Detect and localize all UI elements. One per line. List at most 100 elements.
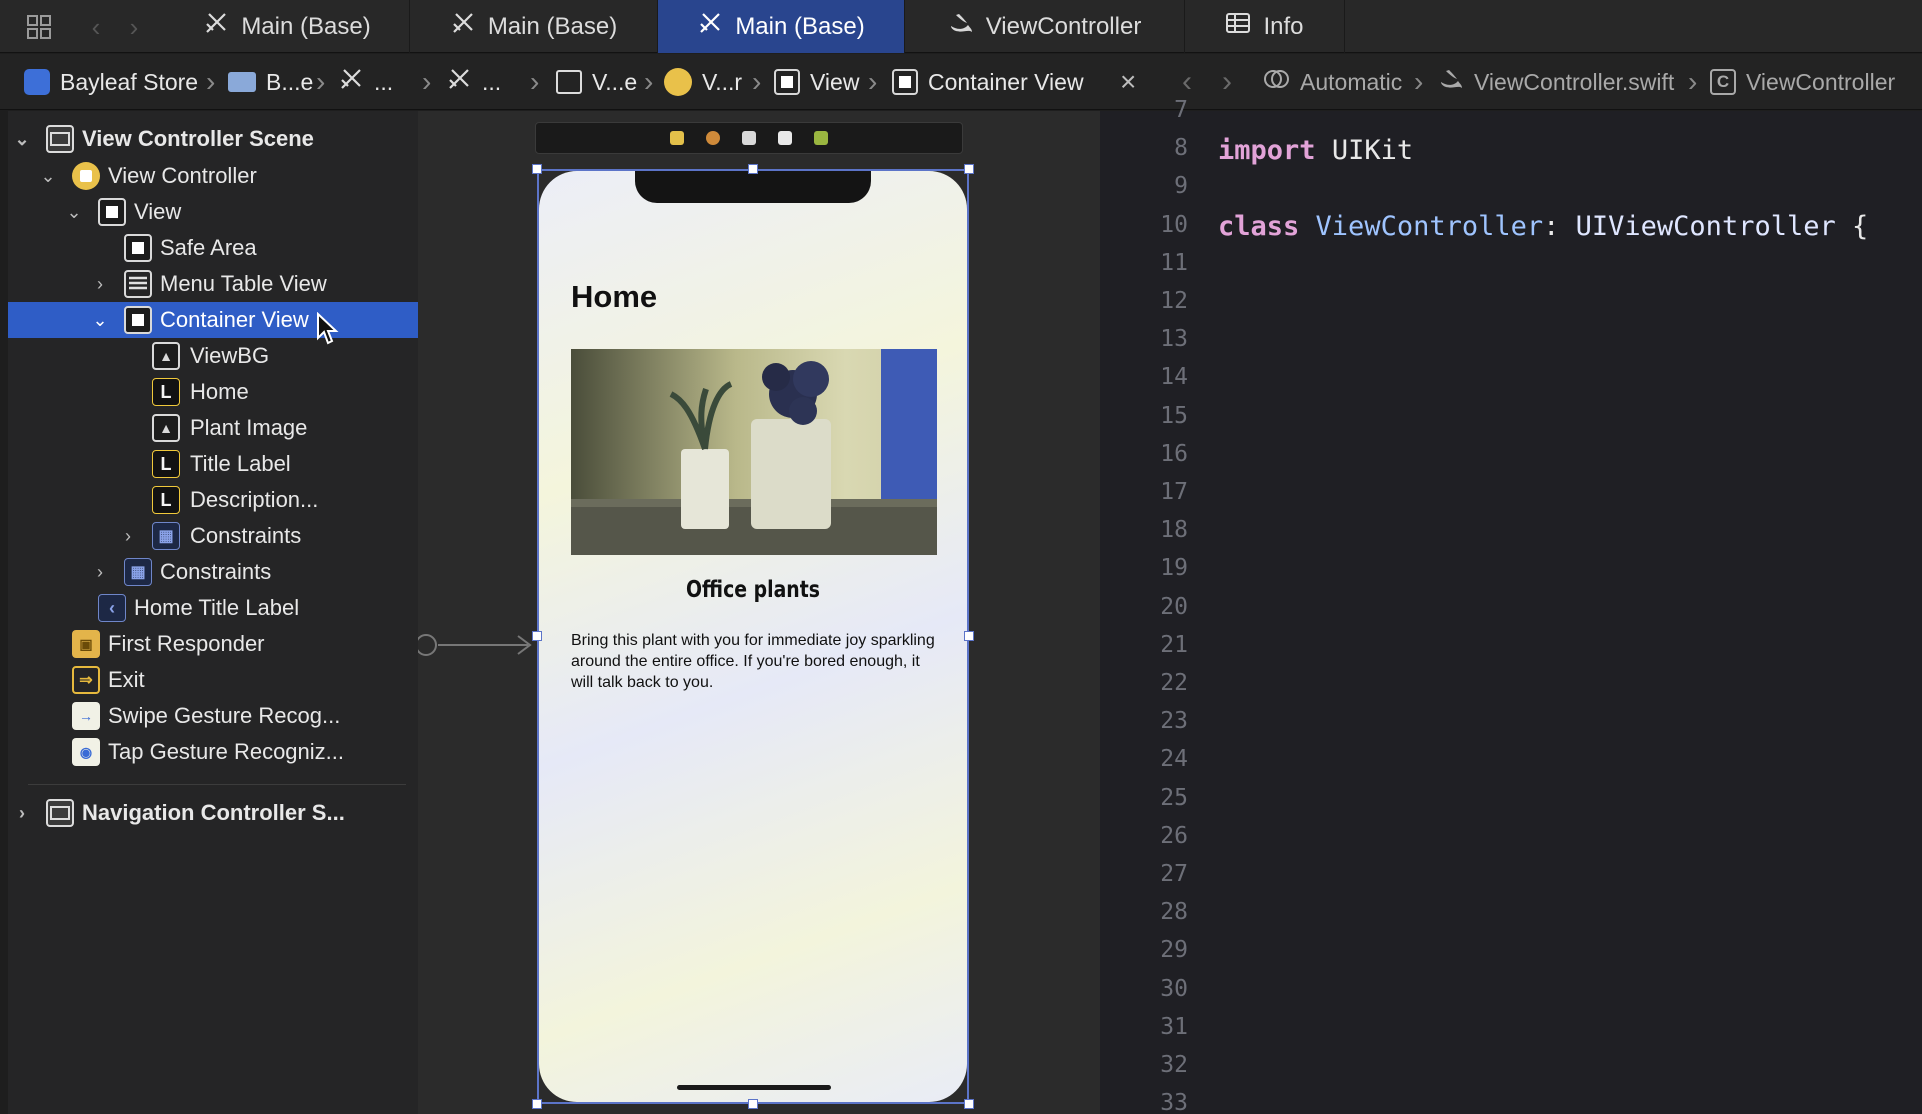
swipe-gesture-icon[interactable] (742, 131, 756, 145)
constraints-icon: ▦ (152, 522, 180, 550)
resize-handle[interactable] (532, 164, 542, 174)
document-outline: ⌄ View Controller Scene ⌄ View Controlle… (8, 111, 418, 1114)
first-responder-icon: ▣ (72, 630, 100, 658)
image-view-icon: ▲ (152, 342, 180, 370)
resize-handle[interactable] (964, 1099, 974, 1109)
jumpbar-class-label: ViewController (1746, 68, 1896, 95)
selection-outline (537, 169, 969, 1104)
outline-item-plant-image[interactable]: ▲ Plant Image (8, 410, 418, 446)
resize-handle[interactable] (532, 631, 542, 641)
chevron-down-icon[interactable]: ⌄ (90, 310, 110, 331)
outline-item-label: ViewBG (190, 343, 270, 368)
jumpbar-container-view[interactable]: Container View (892, 54, 1084, 110)
outline-item-container-view[interactable]: ⌄ Container View (8, 302, 418, 345)
jumpbar-storyboard-1[interactable]: ... (338, 54, 393, 110)
tap-gesture-icon[interactable] (778, 131, 792, 145)
chevron-right-icon[interactable]: › (90, 562, 110, 583)
outline-item-label: First Responder (108, 631, 265, 656)
code-line-class[interactable]: class ViewController: UIViewController { (1218, 211, 1868, 242)
outline-item-navigation-controller-scene[interactable]: › Navigation Controller S... (8, 795, 418, 831)
line-number: 19 (1160, 555, 1188, 582)
tab-viewcontroller[interactable]: ViewController (905, 0, 1185, 53)
line-number: 32 (1160, 1052, 1188, 1078)
outline-item-label: Description... (190, 487, 319, 512)
outline-item-viewbg[interactable]: ▲ ViewBG (8, 338, 418, 374)
outline-item-view[interactable]: ⌄ View (8, 194, 418, 230)
line-number: 25 (1160, 784, 1188, 811)
code-line-import[interactable]: import UIKit (1218, 135, 1413, 166)
line-number: 20 (1160, 593, 1188, 620)
jumpbar-view-controller[interactable]: V...r (664, 54, 742, 110)
segue-arrow-icon[interactable] (418, 630, 538, 660)
outline-item-title-label[interactable]: L Title Label (8, 446, 418, 482)
resize-handle[interactable] (748, 164, 758, 174)
tab-main-base-2[interactable]: Main (Base) (410, 0, 658, 53)
resize-handle[interactable] (748, 1099, 758, 1109)
tab-label: Main (Base) (487, 12, 618, 40)
outline-item-label: Plant Image (190, 415, 308, 440)
outline-item-swipe-gesture[interactable]: → Swipe Gesture Recog... (8, 698, 418, 734)
outline-item-view-controller[interactable]: ⌄ View Controller (8, 158, 418, 194)
jumpbar-storyboard-1-label: ... (374, 68, 394, 95)
tab-main-base-3[interactable]: Main (Base) (658, 0, 905, 53)
chevron-down-icon[interactable]: ⌄ (12, 129, 32, 150)
storyboard-icon (697, 10, 723, 43)
code-colon: : (1543, 211, 1576, 242)
outline-item-home-title-label[interactable]: ‹ Home Title Label (8, 590, 418, 626)
outline-item-tap-gesture[interactable]: ◉ Tap Gesture Recogniz... (8, 734, 418, 770)
outline-item-home[interactable]: L Home (8, 374, 418, 410)
scene-icon (556, 70, 582, 94)
jumpbar-view[interactable]: View (774, 54, 859, 110)
code-editor[interactable]: 7 8 9 10 11 12 13 14 15 16 17 18 19 20 21 22 23 24 25 26 27 2… (1100, 97, 1922, 1114)
grid-icon[interactable] (22, 10, 56, 44)
resize-handle[interactable] (964, 164, 974, 174)
jumpbar-project-label: Bayleaf Store (60, 68, 199, 95)
forward-arrow-icon[interactable]: › (122, 10, 146, 44)
label-icon: L (152, 378, 180, 406)
forward-arrow-icon[interactable]: › (1222, 54, 1232, 110)
line-number: 15 (1160, 402, 1188, 429)
line-number: 17 (1160, 479, 1188, 505)
chevron-right-icon[interactable]: › (118, 526, 138, 547)
jumpbar-folder[interactable]: B...e (228, 54, 313, 110)
jumpbar-scene[interactable]: V...e (556, 54, 637, 110)
chevron-down-icon[interactable]: ⌄ (38, 166, 58, 187)
outline-item-constraints-outer[interactable]: › ▦ Constraints (8, 554, 418, 590)
jumpbar-swift-file[interactable]: ViewController.swift (1438, 54, 1674, 110)
outline-item-label: Constraints (160, 559, 272, 584)
back-arrow-icon[interactable]: ‹ (84, 10, 108, 44)
tab-label: Main (Base) (241, 12, 371, 40)
jumpbar-storyboard-2[interactable]: ... (446, 54, 501, 110)
jumpbar-automatic[interactable]: Automatic (1262, 54, 1402, 110)
chevron-right-icon: › (1414, 66, 1424, 97)
outline-item-description[interactable]: L Description... (8, 482, 418, 518)
outline-item-menu-table-view[interactable]: › Menu Table View (8, 266, 418, 302)
outline-item-first-responder[interactable]: ▣ First Responder (8, 626, 418, 662)
resize-handle[interactable] (964, 631, 974, 641)
line-number: 22 (1160, 670, 1188, 696)
outline-item-constraints-inner[interactable]: › ▦ Constraints (8, 518, 418, 554)
storyboard-canvas[interactable]: Home Office plants Bring this plant with… (418, 111, 1100, 1114)
outline-item-label: Home Title Label (134, 595, 300, 620)
tab-main-base-1[interactable]: Main (Base) (165, 0, 410, 53)
chevron-down-icon[interactable]: ⌄ (64, 202, 84, 223)
swift-icon (1438, 66, 1464, 98)
jumpbar-project[interactable]: Bayleaf Store (24, 54, 198, 110)
first-responder-icon[interactable] (706, 131, 720, 145)
view-controller-icon[interactable] (670, 131, 684, 145)
view-icon (124, 306, 152, 334)
outline-item-view-controller-scene[interactable]: ⌄ View Controller Scene (8, 121, 418, 157)
line-number: 29 (1160, 937, 1188, 964)
outline-item-label: Safe Area (160, 235, 257, 260)
line-number: 13 (1160, 326, 1188, 353)
resize-handle[interactable] (532, 1099, 542, 1109)
outline-item-safe-area[interactable]: Safe Area (8, 230, 418, 266)
chevron-right-icon[interactable]: › (90, 274, 110, 295)
jumpbar-automatic-label: Automatic (1300, 68, 1403, 95)
line-number: 11 (1160, 249, 1188, 276)
outline-item-exit[interactable]: ⇒ Exit (8, 662, 418, 698)
exit-icon[interactable] (814, 131, 828, 145)
jumpbar-class[interactable]: C ViewController (1710, 54, 1895, 110)
tab-info[interactable]: Info (1185, 0, 1345, 53)
chevron-right-icon[interactable]: › (12, 803, 32, 824)
